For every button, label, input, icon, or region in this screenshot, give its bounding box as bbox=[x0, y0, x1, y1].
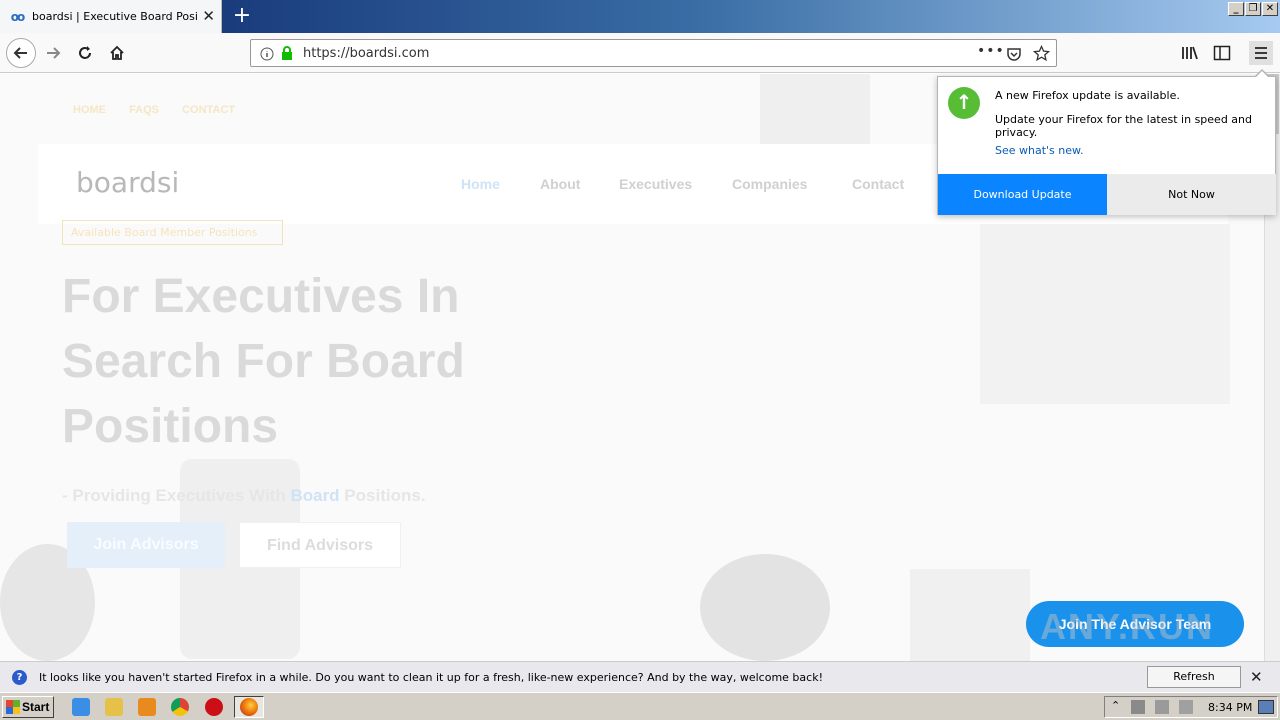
subtitle-suffix: Positions. bbox=[339, 486, 426, 505]
clock: 8:34 PM bbox=[1208, 701, 1253, 714]
nav-home[interactable]: Home bbox=[461, 176, 500, 192]
taskbar: Start ⌃ 8:34 PM bbox=[0, 692, 1280, 720]
nav-about[interactable]: About bbox=[540, 176, 580, 192]
explorer-icon[interactable] bbox=[105, 698, 123, 716]
find-advisors-button[interactable]: Find Advisors bbox=[239, 522, 401, 568]
popup-title: A new Firefox update is available. bbox=[995, 89, 1180, 102]
volume-icon[interactable] bbox=[1155, 700, 1169, 714]
firefox-taskbar-button[interactable] bbox=[234, 696, 264, 718]
start-label: Start bbox=[22, 700, 50, 714]
nav-contact[interactable]: Contact bbox=[852, 176, 904, 192]
subtitle-prefix: - Providing Executives With bbox=[62, 486, 291, 505]
popup-arrow-inner bbox=[1255, 71, 1269, 78]
subtitle-highlight: Board bbox=[290, 486, 340, 505]
notification-bar: ? It looks like you haven't started Fire… bbox=[0, 661, 1280, 703]
boardsi-logo[interactable]: boardsi bbox=[76, 166, 179, 199]
tab-close-icon[interactable]: ✕ bbox=[202, 8, 215, 24]
restore-button[interactable]: ❐ bbox=[1245, 2, 1261, 16]
paper-image bbox=[910, 569, 1030, 661]
update-popup: ↑ A new Firefox update is available. Upd… bbox=[937, 76, 1276, 215]
chrome-icon[interactable] bbox=[171, 698, 189, 716]
title-bar: oo boardsi | Executive Board Position ✕ … bbox=[0, 0, 1280, 33]
new-tab-button[interactable]: + bbox=[230, 3, 254, 29]
top-link-contact[interactable]: CONTACT bbox=[182, 104, 235, 116]
home-icon[interactable] bbox=[105, 41, 129, 65]
positions-badge[interactable]: Available Board Member Positions bbox=[62, 220, 283, 245]
nav-companies[interactable]: Companies bbox=[732, 176, 807, 192]
bookmark-star-icon[interactable] bbox=[1032, 44, 1051, 66]
sidebar-icon[interactable] bbox=[1210, 41, 1234, 65]
browser-tab[interactable]: oo boardsi | Executive Board Position ✕ bbox=[0, 0, 222, 33]
pocket-icon[interactable] bbox=[1006, 46, 1022, 66]
windows-flag-icon bbox=[6, 700, 20, 714]
navigation-toolbar: https://boardsi.com ••• bbox=[0, 33, 1280, 73]
whats-new-link[interactable]: See what's new. bbox=[995, 144, 1084, 157]
url-text: https://boardsi.com bbox=[303, 46, 430, 61]
page-actions-icon[interactable]: ••• bbox=[977, 43, 1005, 59]
hero-subtitle: - Providing Executives With Board Positi… bbox=[62, 486, 426, 506]
tray-expand-icon[interactable]: ⌃ bbox=[1111, 699, 1120, 712]
network-icon[interactable] bbox=[1131, 700, 1145, 714]
top-link-home[interactable]: HOME bbox=[73, 104, 106, 116]
question-icon: ? bbox=[12, 670, 27, 685]
download-update-button[interactable]: Download Update bbox=[938, 174, 1107, 215]
join-advisors-button[interactable]: Join Advisors bbox=[67, 522, 225, 568]
menu-icon[interactable] bbox=[1249, 41, 1273, 65]
library-icon[interactable] bbox=[1178, 41, 1202, 65]
reload-icon[interactable] bbox=[73, 41, 97, 65]
firefox-icon bbox=[240, 698, 258, 716]
refresh-firefox-button[interactable]: Refresh Firefox… bbox=[1147, 666, 1241, 703]
media-player-icon[interactable] bbox=[138, 698, 156, 716]
start-button[interactable]: Start bbox=[2, 696, 54, 718]
ie-icon[interactable] bbox=[72, 698, 90, 716]
mug-image bbox=[700, 554, 830, 661]
tab-title: boardsi | Executive Board Position bbox=[32, 10, 198, 23]
not-now-button[interactable]: Not Now bbox=[1107, 174, 1276, 215]
lock-icon[interactable] bbox=[280, 45, 294, 65]
flag-icon[interactable] bbox=[1179, 700, 1193, 714]
notification-text: It looks like you haven't started Firefo… bbox=[39, 671, 823, 684]
update-arrow-icon: ↑ bbox=[948, 87, 980, 119]
document-image bbox=[980, 224, 1230, 404]
hero-title: For Executives In Search For Board Posit… bbox=[62, 270, 465, 453]
notification-close-icon[interactable]: ✕ bbox=[1250, 668, 1263, 686]
forward-icon[interactable] bbox=[41, 41, 65, 65]
nav-executives[interactable]: Executives bbox=[619, 176, 692, 192]
info-icon[interactable] bbox=[260, 46, 274, 65]
top-link-faqs[interactable]: FAQS bbox=[129, 104, 159, 116]
popup-body: Update your Firefox for the latest in sp… bbox=[995, 113, 1253, 139]
close-window-button[interactable]: ✕ bbox=[1262, 2, 1278, 16]
opera-icon[interactable] bbox=[205, 698, 223, 716]
top-links: HOME FAQS CONTACT bbox=[73, 104, 235, 116]
url-bar[interactable]: https://boardsi.com ••• bbox=[250, 39, 1057, 67]
boardsi-favicon-icon: oo bbox=[10, 9, 26, 24]
tablet-image bbox=[760, 74, 870, 144]
anyrun-watermark: ANY.RUN bbox=[1040, 606, 1215, 647]
minimize-button[interactable]: _ bbox=[1228, 2, 1244, 16]
back-icon[interactable] bbox=[6, 38, 36, 68]
show-desktop-icon[interactable] bbox=[1258, 700, 1274, 714]
